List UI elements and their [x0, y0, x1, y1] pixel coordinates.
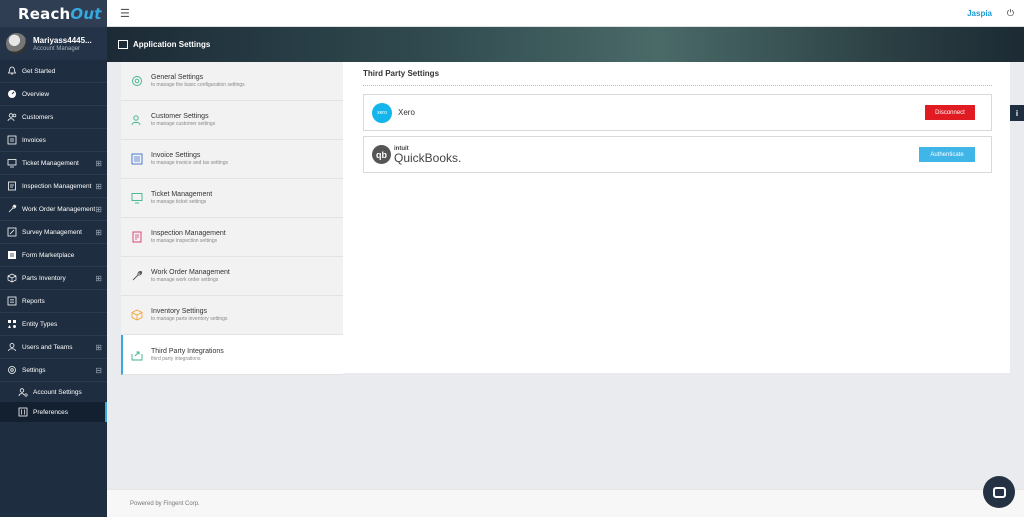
expand-icon[interactable]: ⊞	[95, 343, 102, 352]
collapse-icon[interactable]: ⊟	[95, 366, 102, 375]
third-party-content: Third Party Settings xero Xero Disconnec…	[363, 62, 992, 173]
footer-text: Powered by Fingent Corp.	[130, 500, 200, 507]
integration-card-quickbooks: qb intuit QuickBooks. Authenticate	[363, 136, 992, 173]
user-name: Mariyass4445...	[33, 35, 92, 45]
gear-icon	[132, 76, 142, 86]
sidebar-subitem-account-settings[interactable]: Account Settings	[0, 382, 107, 402]
sidebar-subitem-preferences[interactable]: Preferences	[0, 402, 107, 422]
integration-name: Xero	[398, 108, 415, 117]
integration-card-xero: xero Xero Disconnect	[363, 94, 992, 131]
sidebar: ReachOut Mariyass4445... Account Manager…	[0, 0, 107, 517]
settings-menu-general[interactable]: General Settings to manage the basic conf…	[121, 62, 343, 101]
settings-menu: General Settings to manage the basic conf…	[121, 62, 343, 375]
wrench-icon	[7, 204, 17, 214]
box-icon	[131, 309, 143, 321]
expand-icon[interactable]: ⊞	[95, 228, 102, 237]
sidebar-item-ticket-management[interactable]: Ticket Management ⊞	[0, 152, 107, 175]
quickbooks-logo: qb	[372, 145, 391, 164]
settings-menu-inspection[interactable]: Inspection Management to manage inspectio…	[121, 218, 343, 257]
avatar	[6, 33, 27, 54]
sidebar-item-work-order-management[interactable]: Work Order Management ⊞	[0, 198, 107, 221]
user-icon	[7, 342, 17, 352]
brand-logo: Jaspia	[967, 8, 992, 18]
settings-menu-third-party[interactable]: Third Party Integrations third party inte…	[121, 335, 343, 375]
sidebar-item-get-started[interactable]: Get Started	[0, 60, 107, 83]
sidebar-item-invoices[interactable]: Invoices	[0, 129, 107, 152]
sidebar-item-customers[interactable]: Customers	[0, 106, 107, 129]
power-icon[interactable]: ⏻	[1007, 8, 1014, 19]
expand-icon[interactable]: ⊞	[95, 205, 102, 214]
invoice-icon	[7, 135, 17, 145]
survey-icon	[7, 227, 17, 237]
xero-logo: xero	[372, 102, 392, 123]
settings-menu-ticket[interactable]: Ticket Management to manage ticket settin…	[121, 179, 343, 218]
footer: Powered by Fingent Corp.	[107, 489, 1024, 517]
users-icon	[131, 115, 141, 126]
sidebar-item-settings[interactable]: Settings ⊟	[0, 359, 107, 382]
entity-icon	[7, 319, 17, 329]
form-icon	[7, 250, 17, 260]
menu-toggle-icon[interactable]: ☰	[120, 7, 130, 20]
sidebar-item-users-and-teams[interactable]: Users and Teams ⊞	[0, 336, 107, 359]
settings-menu-work-order[interactable]: Work Order Management to manage work orde…	[121, 257, 343, 296]
sidebar-item-form-marketplace[interactable]: Form Marketplace	[0, 244, 107, 267]
authenticate-button[interactable]: Authenticate	[919, 147, 975, 162]
settings-panel-icon	[118, 40, 128, 49]
export-icon	[131, 351, 143, 360]
logo-bar: ReachOut	[0, 0, 107, 27]
user-profile[interactable]: Mariyass4445... Account Manager	[0, 27, 107, 60]
box-icon	[7, 273, 17, 283]
gear-icon	[7, 365, 17, 375]
sidebar-item-inspection-management[interactable]: Inspection Management ⊞	[0, 175, 107, 198]
user-role: Account Manager	[33, 45, 81, 52]
sidebar-item-overview[interactable]: Overview	[0, 83, 107, 106]
section-title: Third Party Settings	[363, 62, 992, 86]
invoice-icon	[131, 153, 143, 165]
sidebar-nav: Get Started Overview Customers Invoices …	[0, 60, 107, 422]
page-title: Application Settings	[133, 40, 211, 49]
bell-icon	[7, 66, 17, 76]
clipboard-icon	[7, 181, 17, 191]
clipboard-icon	[132, 231, 142, 243]
sidebar-item-entity-types[interactable]: Entity Types	[0, 313, 107, 336]
monitor-icon	[7, 158, 17, 168]
report-icon	[7, 296, 17, 306]
expand-icon[interactable]: ⊞	[95, 274, 102, 283]
sidebar-item-survey-management[interactable]: Survey Management ⊞	[0, 221, 107, 244]
disconnect-button[interactable]: Disconnect	[925, 105, 975, 120]
user-gear-icon	[18, 387, 28, 397]
monitor-icon	[131, 193, 143, 204]
settings-menu-invoice[interactable]: Invoice Settings to manage invoice and ta…	[121, 140, 343, 179]
page-header: Application Settings	[107, 27, 1024, 62]
sidebar-item-parts-inventory[interactable]: Parts Inventory ⊞	[0, 267, 107, 290]
sidebar-item-reports[interactable]: Reports	[0, 290, 107, 313]
chat-button[interactable]	[983, 476, 1015, 508]
top-bar: ☰ Jaspia ⏻	[107, 0, 1024, 27]
expand-icon[interactable]: ⊞	[95, 182, 102, 191]
settings-panel: General Settings to manage the basic conf…	[121, 62, 1010, 375]
settings-menu-customer[interactable]: Customer Settings to manage customer sett…	[121, 101, 343, 140]
dashboard-icon	[7, 89, 17, 99]
integration-name: QuickBooks.	[394, 150, 462, 165]
settings-menu-inventory[interactable]: Inventory Settings to manage parts invent…	[121, 296, 343, 335]
expand-icon[interactable]: ⊞	[95, 159, 102, 168]
info-icon[interactable]: i	[1010, 105, 1024, 121]
wrench-icon	[132, 270, 143, 281]
chat-icon	[992, 486, 1006, 498]
users-icon	[7, 112, 17, 122]
app-logo[interactable]: ReachOut	[18, 5, 102, 23]
sliders-icon	[18, 407, 28, 417]
